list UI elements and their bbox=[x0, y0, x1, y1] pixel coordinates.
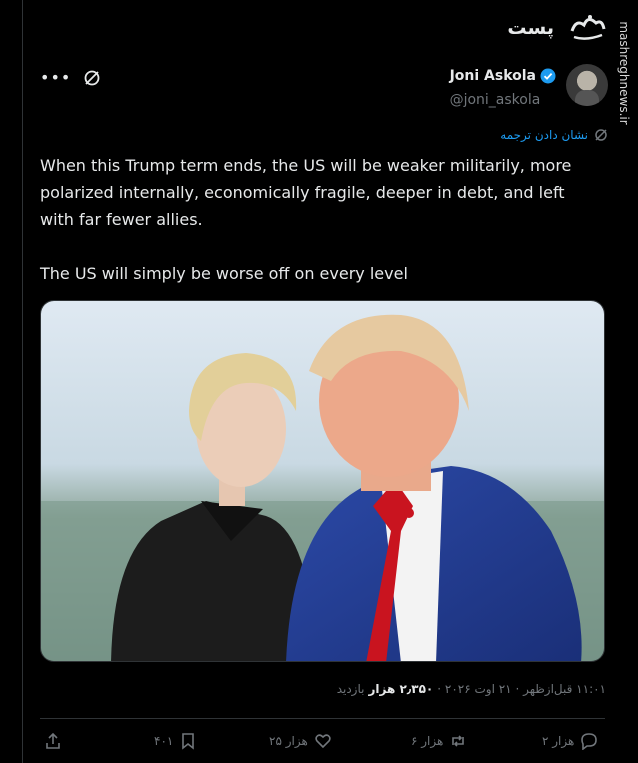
bookmark-count: ۴۰۱ bbox=[154, 734, 174, 748]
translate-row[interactable]: نشان دادن ترجمه bbox=[500, 128, 608, 142]
repost-button[interactable]: ۶ هزار bbox=[411, 732, 467, 750]
post-meta: ۱۱:۰۱ قبل‌ازظهر · ۲۱ اوت ۲۰۲۶ · ۲٫۳۵۰ هز… bbox=[337, 682, 606, 696]
reply-count: ۲ هزار bbox=[542, 734, 575, 748]
view-count: ۲٫۳۵۰ هزار bbox=[368, 682, 434, 696]
mashregh-logo-icon bbox=[570, 15, 606, 40]
bookmark-icon bbox=[182, 733, 195, 750]
tweet-paragraph-1: When this Trump term ends, the US will b… bbox=[40, 156, 572, 229]
verified-badge-icon bbox=[540, 68, 556, 84]
author-handle[interactable]: @joni_askola bbox=[450, 92, 556, 108]
reply-button[interactable]: ۲ هزار bbox=[542, 732, 598, 750]
view-label: بازدید bbox=[336, 682, 365, 696]
tweet-text: When this Trump term ends, the US will b… bbox=[40, 152, 600, 287]
tweet-photo[interactable] bbox=[40, 300, 605, 662]
author-block[interactable]: Joni Askola @joni_askola bbox=[450, 64, 608, 108]
name-line: Joni Askola bbox=[450, 68, 556, 84]
post-top-actions: ••• bbox=[40, 68, 101, 87]
share-button[interactable] bbox=[44, 732, 62, 750]
avatar[interactable] bbox=[566, 64, 608, 106]
post-page: پست mashreghnews.ir Joni Askola @joni_as… bbox=[0, 0, 638, 763]
author-display-name[interactable]: Joni Askola bbox=[450, 68, 536, 84]
tweet-paragraph-2: The US will simply be worse off on every… bbox=[40, 264, 408, 283]
reply-icon bbox=[581, 733, 598, 750]
repost-icon bbox=[452, 735, 465, 747]
watermark: mashreghnews.ir bbox=[614, 18, 634, 128]
more-options-icon[interactable]: ••• bbox=[40, 68, 71, 87]
repost-count: ۶ هزار bbox=[411, 734, 444, 748]
photo-illustration bbox=[41, 301, 604, 661]
post-timestamp[interactable]: ۱۱:۰۱ قبل‌ازظهر · ۲۱ اوت ۲۰۲۶ · bbox=[437, 682, 606, 696]
action-bar: ۴۰۱ ۲۵ هزار ۶ هزار ۲ هزار bbox=[44, 732, 604, 756]
share-icon bbox=[46, 732, 60, 749]
page-title: پست bbox=[507, 17, 554, 39]
grok-translate-icon bbox=[595, 129, 607, 141]
watermark-text: mashreghnews.ir bbox=[617, 21, 631, 125]
author-names: Joni Askola @joni_askola bbox=[450, 64, 556, 108]
grok-icon[interactable] bbox=[83, 69, 101, 87]
like-count: ۲۵ هزار bbox=[269, 734, 308, 748]
page-header: پست bbox=[507, 10, 608, 46]
show-translation-link[interactable]: نشان دادن ترجمه bbox=[500, 128, 588, 142]
heart-icon bbox=[315, 734, 331, 749]
like-button[interactable]: ۲۵ هزار bbox=[269, 732, 332, 750]
divider bbox=[40, 718, 605, 719]
bookmark-button[interactable]: ۴۰۱ bbox=[154, 732, 197, 750]
